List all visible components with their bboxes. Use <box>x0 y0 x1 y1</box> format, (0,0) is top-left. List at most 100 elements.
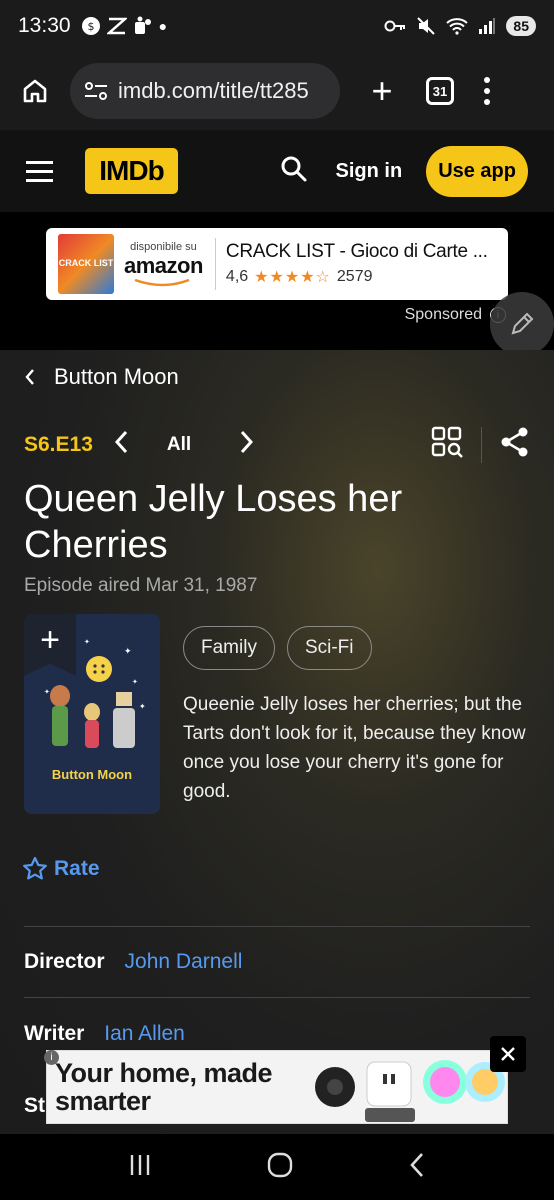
new-tab-button[interactable]: + <box>362 70 402 112</box>
back-icon <box>410 1152 424 1177</box>
ad-store-logo: disponibile su amazon <box>124 241 203 287</box>
system-navigation-bar <box>0 1134 554 1200</box>
ad-info-icon[interactable]: i <box>44 1050 59 1065</box>
genre-chips: Family Sci-Fi <box>183 626 372 670</box>
ad-review-count: 2579 <box>336 268 373 285</box>
star-outline-icon <box>23 856 47 880</box>
browser-toolbar: imdb.com/title/tt285 + 31 <box>0 52 554 130</box>
site-settings-icon[interactable] <box>84 80 108 102</box>
ad-stars: ★★★★☆ <box>254 269 331 286</box>
sponsored-text: Sponsored <box>404 306 482 323</box>
home-nav-button[interactable] <box>267 1152 293 1183</box>
director-link[interactable]: John Darnell <box>125 950 243 974</box>
ad-banner[interactable]: CRACK LIST disponibile su amazon CRACK L… <box>46 228 508 300</box>
ad-rating-value: 4,6 <box>225 268 249 285</box>
writer-link[interactable]: Ian Allen <box>104 1022 185 1046</box>
amazon-smile-icon <box>135 279 190 287</box>
wifi-icon <box>446 18 469 35</box>
credit-label: Director <box>24 950 105 973</box>
all-episodes-button[interactable]: All <box>167 434 191 456</box>
rate-button[interactable]: Rate <box>22 856 100 882</box>
section-divider <box>24 926 530 927</box>
system-icons: 85 <box>384 16 536 36</box>
ad-product-image: CRACK LIST <box>58 234 114 294</box>
ad-text: CRACK LIST - Gioco di Carte ... 4,6 ★★★★… <box>226 241 488 287</box>
ad-available-on: disponibile su <box>130 241 197 253</box>
genre-chip[interactable]: Family <box>183 626 275 670</box>
close-ad-button[interactable] <box>490 1036 526 1072</box>
writer-credit: Writer Ian Allen <box>24 1022 185 1046</box>
status-time: 13:30 <box>18 14 71 37</box>
episode-page: Button Moon S6.E13 All Queen Jelly Loses… <box>0 350 554 1134</box>
bottom-ad-banner[interactable]: Your home, made smarter <box>46 1050 508 1124</box>
use-app-button[interactable]: Use app <box>426 145 528 197</box>
more-notifications-dot: ● <box>158 18 168 34</box>
chevron-left-icon <box>25 369 34 385</box>
poster-caption: Button Moon <box>51 767 133 782</box>
director-credit: Director John Darnell <box>24 950 242 974</box>
search-button[interactable] <box>280 155 308 188</box>
rate-label: Rate <box>54 857 100 880</box>
episode-navigation: S6.E13 All <box>24 426 530 463</box>
app-notification-icon <box>106 17 127 35</box>
signal-icon <box>479 18 496 34</box>
svg-text:✦: ✦ <box>44 688 50 696</box>
ad-rating: 4,6 ★★★★☆ 2579 <box>226 267 488 287</box>
mute-icon <box>417 17 436 35</box>
menu-icon[interactable] <box>26 160 53 182</box>
search-icon <box>281 156 307 181</box>
browser-menu-button[interactable] <box>484 77 490 105</box>
address-bar[interactable]: imdb.com/title/tt285 <box>70 63 340 119</box>
section-divider <box>24 997 530 998</box>
next-episode-button[interactable] <box>239 429 255 460</box>
episode-poster[interactable]: ✦ ✦ ✦ ✦ ✦ + Button Moon <box>24 614 160 814</box>
bottom-ad-text: Your home, made smarter <box>55 1058 273 1116</box>
imdb-header: IMDb Sign in Use app <box>0 130 554 212</box>
smart-devices-image <box>315 1060 505 1122</box>
all-topics-button[interactable] <box>431 426 463 463</box>
previous-episode-button[interactable] <box>113 429 129 460</box>
svg-text:✦: ✦ <box>139 702 146 711</box>
credit-label: Writer <box>24 1022 85 1045</box>
app-notification-icon: $ <box>81 17 100 35</box>
home-circle-icon <box>267 1152 293 1177</box>
teams-icon <box>134 16 151 34</box>
credit-label: St <box>24 1094 45 1117</box>
status-bar: 13:30 $ ● 85 <box>0 0 554 52</box>
episode-code: S6.E13 <box>24 432 93 456</box>
pencil-icon <box>511 312 534 335</box>
episode-plot: Queenie Jelly loses her cherries; but th… <box>183 694 526 802</box>
battery-indicator: 85 <box>506 16 536 36</box>
sign-in-link[interactable]: Sign in <box>336 160 403 183</box>
svg-text:✦: ✦ <box>124 646 132 656</box>
air-date: Episode aired Mar 31, 1987 <box>24 575 258 596</box>
share-icon <box>501 427 528 457</box>
genre-chip[interactable]: Sci-Fi <box>286 626 372 670</box>
ad-divider <box>214 238 216 290</box>
imdb-logo[interactable]: IMDb <box>85 148 178 194</box>
ad-store-name: amazon <box>124 253 203 278</box>
svg-text:$: $ <box>87 20 94 33</box>
episode-title: Queen Jelly Loses her Cherries <box>24 478 403 566</box>
ad-title: CRACK LIST - Gioco di Carte ... <box>225 241 488 262</box>
recents-icon <box>130 1154 149 1175</box>
chevron-left-icon <box>114 430 128 454</box>
share-button[interactable] <box>500 426 530 463</box>
series-name: Button Moon <box>54 364 179 389</box>
stars-credit: St <box>24 1094 45 1118</box>
back-to-series-link[interactable]: Button Moon <box>24 364 179 390</box>
recent-apps-button[interactable] <box>128 1153 152 1182</box>
chevron-right-icon <box>241 430 254 454</box>
home-icon <box>23 79 47 103</box>
svg-text:✦: ✦ <box>84 638 90 646</box>
home-button[interactable] <box>14 70 56 112</box>
back-nav-button[interactable] <box>408 1152 426 1183</box>
url-text: imdb.com/title/tt285 <box>118 78 309 103</box>
notification-icons: $ ● <box>81 16 167 36</box>
divider <box>481 426 482 463</box>
tab-switcher-button[interactable]: 31 <box>426 77 454 105</box>
grid-search-icon <box>431 426 463 458</box>
edit-fab[interactable] <box>490 292 554 356</box>
svg-text:✦: ✦ <box>132 678 138 686</box>
ad-banner-area: CRACK LIST disponibile su amazon CRACK L… <box>0 212 554 356</box>
